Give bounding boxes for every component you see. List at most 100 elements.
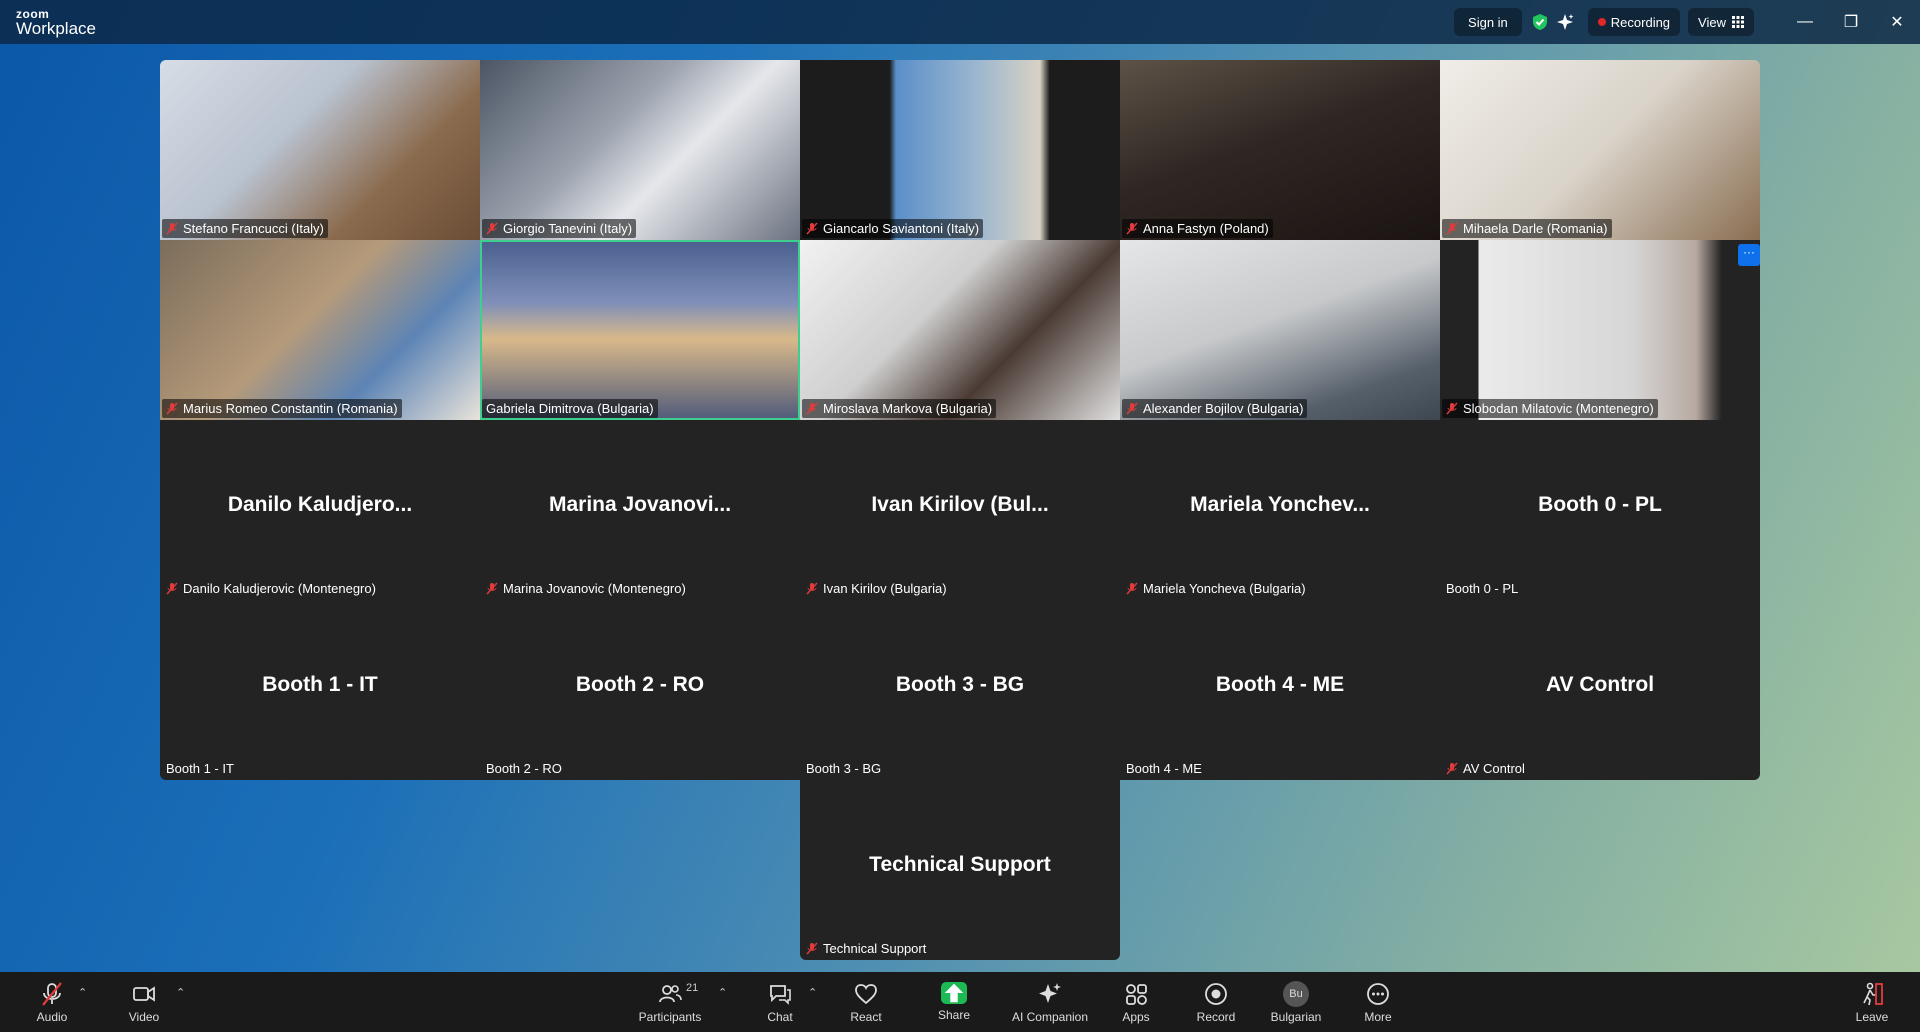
video-button[interactable]: Video <box>124 972 164 1032</box>
meeting-toolbar: Audio ⌃ Video ⌃ Participants 21 ⌃ Chat ⌃… <box>0 972 1920 1032</box>
more-options-icon[interactable]: ··· <box>1738 244 1760 266</box>
participant-tile[interactable]: Slobodan Milatovic (Montenegro) <box>1440 240 1760 420</box>
participant-tile[interactable]: Stefano Francucci (Italy) <box>160 60 480 240</box>
participant-tile[interactable]: Gabriela Dimitrova (Bulgaria) <box>480 240 800 420</box>
participant-tile[interactable]: Danilo Kaludjero... Danilo Kaludjerovic (… <box>160 420 480 600</box>
apps-button[interactable]: Apps <box>1116 972 1156 1032</box>
tile-name: Mihaela Darle (Romania) <box>1463 221 1608 236</box>
minimize-icon: — <box>1797 13 1813 30</box>
view-label: View <box>1698 14 1726 30</box>
mic-muted-icon <box>1126 582 1138 595</box>
record-icon <box>1205 982 1227 1005</box>
participant-tile[interactable]: Marius Romeo Constantin (Romania) <box>160 240 480 420</box>
participant-tile[interactable]: Ivan Kirilov (Bul... Ivan Kirilov (Bulgar… <box>800 420 1120 600</box>
mic-muted-icon <box>1126 222 1138 235</box>
chat-icon <box>770 984 791 1005</box>
tile-name-label: AV Control <box>1442 759 1529 778</box>
participant-tile[interactable]: Anna Fastyn (Poland) <box>1120 60 1440 240</box>
participant-tile[interactable]: Booth 0 - PL Booth 0 - PL <box>1440 420 1760 600</box>
tile-name-label: Ivan Kirilov (Bulgaria) <box>802 579 951 598</box>
tile-name: Booth 3 - BG <box>806 761 882 776</box>
share-button[interactable]: Share <box>934 972 974 1032</box>
participant-tile[interactable]: Giorgio Tanevini (Italy) <box>480 60 800 240</box>
title-bar: zoom Workplace Sign in Recording View — … <box>0 0 1920 44</box>
mic-muted-icon <box>486 582 498 595</box>
mic-muted-icon <box>166 402 178 415</box>
tile-name-label: Slobodan Milatovic (Montenegro) <box>1442 399 1658 418</box>
tile-name: Marius Romeo Constantin (Romania) <box>183 401 398 416</box>
leave-icon <box>1863 982 1883 1005</box>
ai-sparkle-icon[interactable] <box>1556 13 1574 31</box>
participant-tile[interactable]: Booth 1 - IT Booth 1 - IT <box>160 600 480 780</box>
tile-name-label: Giorgio Tanevini (Italy) <box>482 219 637 238</box>
participant-tile[interactable]: Alexander Bojilov (Bulgaria) <box>1120 240 1440 420</box>
video-camera-icon <box>133 985 155 1002</box>
shield-icon[interactable] <box>1532 13 1548 31</box>
ai-companion-label: AI Companion <box>1011 1009 1089 1024</box>
leave-button[interactable]: Leave <box>1852 972 1892 1032</box>
chat-button[interactable]: Chat <box>762 972 798 1032</box>
grid-icon <box>1732 16 1744 28</box>
mic-muted-icon <box>1126 402 1138 415</box>
tile-display-name: Booth 3 - BG <box>895 673 1025 696</box>
audio-button[interactable]: Audio <box>32 972 72 1032</box>
participant-tile[interactable]: Mihaela Darle (Romania) <box>1440 60 1760 240</box>
tile-name: Giorgio Tanevini (Italy) <box>503 221 633 236</box>
tile-name-label: Miroslava Markova (Bulgaria) <box>802 399 997 418</box>
mic-muted-icon <box>166 222 178 235</box>
participants-icon <box>659 984 682 1002</box>
tile-name-label: Booth 2 - RO <box>482 759 566 778</box>
sign-in-button[interactable]: Sign in <box>1454 8 1522 36</box>
tile-name: Slobodan Milatovic (Montenegro) <box>1463 401 1654 416</box>
participants-button[interactable]: Participants <box>636 972 704 1032</box>
react-label: React <box>850 1009 882 1024</box>
participant-tile[interactable]: Marina Jovanovi... Marina Jovanovic (Mont… <box>480 420 800 600</box>
minimize-button[interactable]: — <box>1782 0 1828 44</box>
mic-muted-icon <box>1446 402 1458 415</box>
participant-tile[interactable]: Miroslava Markova (Bulgaria) <box>800 240 1120 420</box>
share-screen-icon <box>941 982 967 1004</box>
participant-tile[interactable]: AV Control AV Control <box>1440 600 1760 780</box>
react-button[interactable]: React <box>846 972 886 1032</box>
tile-name-label: Booth 1 - IT <box>162 759 238 778</box>
tile-name-label: Anna Fastyn (Poland) <box>1122 219 1273 238</box>
participant-tile[interactable]: Mariela Yonchev... Mariela Yoncheva (Bulg… <box>1120 420 1440 600</box>
participant-tile[interactable]: Booth 4 - ME Booth 4 - ME <box>1120 600 1440 780</box>
mic-muted-icon <box>806 582 818 595</box>
participant-tile[interactable]: Booth 3 - BG Booth 3 - BG <box>800 600 1120 780</box>
participants-caret-icon[interactable]: ⌃ <box>718 986 727 999</box>
apps-label: Apps <box>1122 1009 1150 1024</box>
tile-name: Danilo Kaludjerovic (Montenegro) <box>183 581 376 596</box>
participants-label: Participants <box>638 1009 702 1024</box>
language-button[interactable]: Bu Bulgarian <box>1268 972 1324 1032</box>
tile-name-label: Giancarlo Saviantoni (Italy) <box>802 219 984 238</box>
tile-name-label: Technical Support <box>802 939 930 958</box>
restore-button[interactable]: ❐ <box>1828 0 1874 44</box>
tile-display-name: AV Control <box>1545 673 1655 696</box>
tile-name-label: Mariela Yoncheva (Bulgaria) <box>1122 579 1310 598</box>
tile-display-name: Booth 0 - PL <box>1538 493 1662 516</box>
leave-label: Leave <box>1855 1009 1889 1024</box>
view-button[interactable]: View <box>1688 8 1754 36</box>
ai-companion-button[interactable]: AI Companion <box>1010 972 1090 1032</box>
tile-name-label: Alexander Bojilov (Bulgaria) <box>1122 399 1308 418</box>
mic-muted-icon <box>42 981 62 1006</box>
chat-caret-icon[interactable]: ⌃ <box>808 986 817 999</box>
recording-indicator[interactable]: Recording <box>1587 8 1681 36</box>
record-button[interactable]: Record <box>1194 972 1238 1032</box>
tile-name: AV Control <box>1463 761 1525 776</box>
participant-tile[interactable]: Booth 2 - RO Booth 2 - RO <box>480 600 800 780</box>
recording-label: Recording <box>1610 14 1671 30</box>
participants-count: 21 <box>686 982 699 994</box>
close-button[interactable]: ✕ <box>1874 0 1920 44</box>
tile-display-name: Marina Jovanovi... <box>548 493 732 516</box>
mic-muted-icon <box>806 942 818 955</box>
audio-caret-icon[interactable]: ⌃ <box>78 986 87 999</box>
language-label: Bulgarian <box>1270 1009 1322 1024</box>
tile-display-name: Booth 2 - RO <box>575 673 705 696</box>
participant-tile[interactable]: Giancarlo Saviantoni (Italy) <box>800 60 1120 240</box>
tile-technical-support[interactable]: Technical Support Technical Support <box>800 780 1120 960</box>
more-button[interactable]: More <box>1358 972 1398 1032</box>
video-caret-icon[interactable]: ⌃ <box>176 986 185 999</box>
tile-display-name: Booth 4 - ME <box>1215 673 1345 696</box>
